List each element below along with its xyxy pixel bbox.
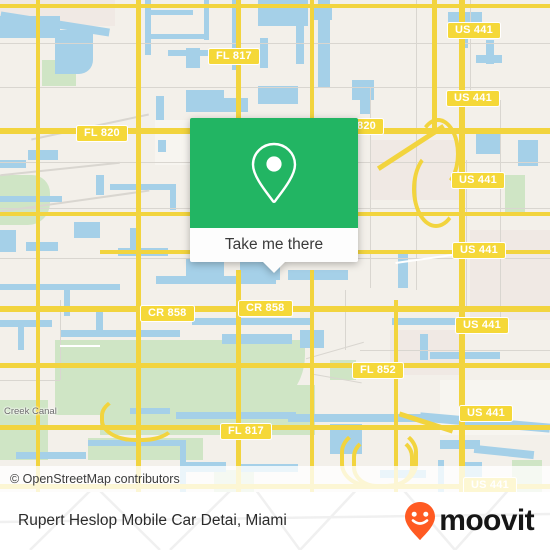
location-popup[interactable]: Take me there bbox=[190, 118, 358, 273]
map-minor-road bbox=[345, 290, 347, 350]
moovit-brand[interactable]: moovit bbox=[403, 501, 535, 541]
map-major-road bbox=[432, 0, 437, 128]
map-major-road bbox=[0, 363, 550, 368]
road-shield: US 441 bbox=[459, 405, 513, 422]
map-minor-road bbox=[0, 87, 550, 89]
map-water bbox=[0, 320, 52, 327]
map-water bbox=[360, 98, 370, 114]
popup-tail bbox=[263, 262, 285, 273]
map-water bbox=[156, 96, 164, 120]
map-highway-ramp bbox=[100, 394, 178, 442]
road-shield: FL 820 bbox=[76, 125, 128, 142]
map-water bbox=[55, 30, 93, 74]
map-major-road bbox=[0, 4, 550, 8]
popup-footer[interactable]: Take me there bbox=[190, 228, 358, 273]
location-pin-icon bbox=[251, 142, 297, 203]
map-minor-road bbox=[0, 380, 60, 382]
map-canvas[interactable]: Creek Canal FL 817 US 441 US 441 FL 820 … bbox=[0, 0, 550, 492]
map-minor-road bbox=[360, 350, 550, 352]
road-shield: US 441 bbox=[446, 90, 500, 107]
map-water bbox=[16, 452, 86, 459]
place-title: Rupert Heslop Mobile Car Detai, Miami bbox=[18, 512, 287, 529]
map-major-road bbox=[310, 270, 314, 492]
map-water bbox=[0, 16, 60, 38]
popup-header bbox=[190, 118, 358, 228]
map-park bbox=[118, 378, 130, 390]
map-minor-road bbox=[0, 43, 550, 45]
map-minor-road bbox=[60, 300, 62, 380]
road-shield: US 441 bbox=[451, 172, 505, 189]
map-water bbox=[186, 90, 224, 112]
road-shield: US 441 bbox=[447, 22, 501, 39]
map-water bbox=[0, 196, 62, 202]
map-page: Creek Canal FL 817 US 441 US 441 FL 820 … bbox=[0, 0, 550, 550]
map-water bbox=[258, 86, 298, 104]
road-shield: CR 858 bbox=[140, 305, 195, 322]
map-water bbox=[18, 326, 24, 350]
road-shield: CR 858 bbox=[238, 300, 293, 317]
road-shield: US 441 bbox=[452, 242, 506, 259]
map-water bbox=[60, 330, 180, 337]
map-water bbox=[222, 334, 292, 344]
map-minor-road bbox=[470, 0, 472, 100]
map-water bbox=[192, 318, 312, 325]
moovit-wordmark: moovit bbox=[439, 504, 534, 537]
map-water bbox=[145, 0, 151, 55]
map-water bbox=[170, 186, 176, 210]
map-water bbox=[0, 230, 16, 252]
road-shield: FL 817 bbox=[208, 48, 260, 65]
take-me-there-label: Take me there bbox=[224, 236, 324, 253]
map-water bbox=[28, 150, 58, 160]
openstreetmap-attribution[interactable]: © OpenStreetMap contributors bbox=[10, 472, 180, 486]
map-major-road bbox=[310, 0, 314, 120]
moovit-smiley-pin-icon bbox=[405, 502, 436, 540]
map-water bbox=[151, 34, 209, 39]
map-water bbox=[64, 290, 70, 316]
map-water bbox=[420, 334, 428, 360]
map-water-label: Creek Canal bbox=[4, 406, 57, 417]
road-shield: US 441 bbox=[455, 317, 509, 334]
map-service-road bbox=[60, 345, 100, 347]
road-shield: FL 817 bbox=[220, 423, 272, 440]
map-highway-ramp bbox=[412, 150, 460, 228]
map-water bbox=[0, 284, 120, 290]
map-major-road bbox=[0, 212, 210, 216]
map-water bbox=[110, 184, 176, 190]
map-major-road bbox=[36, 0, 40, 492]
map-water bbox=[74, 222, 100, 238]
map-attribution-bar: © OpenStreetMap contributors bbox=[0, 466, 550, 492]
map-water bbox=[158, 140, 166, 152]
road-shield: FL 852 bbox=[352, 362, 404, 379]
map-water bbox=[96, 175, 104, 195]
map-major-road bbox=[0, 425, 550, 430]
map-water bbox=[151, 10, 193, 15]
map-water bbox=[26, 242, 58, 251]
map-water bbox=[288, 270, 348, 280]
map-water bbox=[430, 352, 500, 359]
footer-bar: Rupert Heslop Mobile Car Detai, Miami mo… bbox=[0, 492, 550, 550]
